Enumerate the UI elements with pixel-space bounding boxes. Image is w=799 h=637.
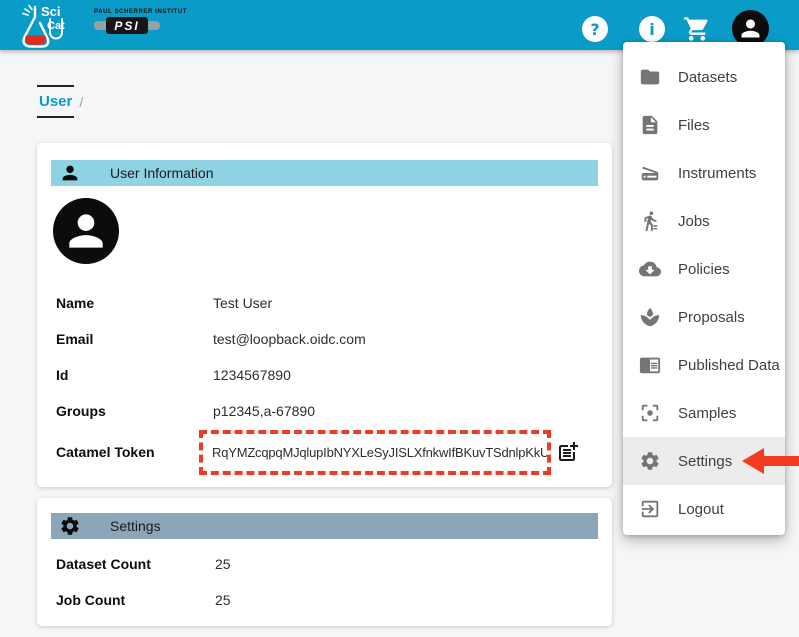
gear-icon [639, 450, 661, 472]
user-information-card: User Information Name Test User Email te… [37, 143, 612, 487]
field-value: Test User [213, 295, 272, 311]
user-card-title: User Information [110, 165, 213, 181]
menu-item-instruments[interactable]: Instruments [623, 149, 785, 197]
gear-icon [59, 515, 81, 537]
field-label: Email [56, 331, 213, 347]
profile-avatar [53, 198, 119, 264]
field-row-name: Name Test User [37, 285, 612, 321]
menu-item-published-data[interactable]: Published Data [623, 341, 785, 389]
user-dropdown-menu: Datasets Files Instruments Jobs Policies… [623, 42, 785, 535]
field-label: Groups [56, 403, 213, 419]
menu-item-label: Published Data [678, 357, 780, 374]
scicat-logo[interactable]: Sci Cat [12, 2, 72, 54]
menu-item-settings[interactable]: Settings [623, 437, 785, 485]
cloud-download-icon [639, 258, 661, 280]
menu-item-label: Policies [678, 261, 730, 278]
field-row-dataset-count: Dataset Count 25 [37, 546, 612, 582]
person-icon [61, 206, 111, 256]
help-button[interactable]: ? [582, 16, 608, 42]
menu-item-datasets[interactable]: Datasets [623, 53, 785, 101]
menu-item-proposals[interactable]: Proposals [623, 293, 785, 341]
menu-item-label: Instruments [678, 165, 756, 182]
menu-item-label: Proposals [678, 309, 745, 326]
exit-icon [639, 498, 661, 520]
menu-item-label: Files [678, 117, 710, 134]
settings-fields: Dataset Count 25 Job Count 25 [37, 546, 612, 618]
field-row-catamel-token: Catamel Token RqYMZcqpqMJqlupIbNYXLeSyJI… [37, 429, 612, 475]
field-row-email: Email test@loopback.oidc.com [37, 321, 612, 357]
field-label: Job Count [56, 592, 215, 608]
psi-logo: PAUL SCHERRER INSTITUT PSI [94, 9, 170, 34]
menu-item-policies[interactable]: Policies [623, 245, 785, 293]
svg-text:Sci: Sci [41, 4, 61, 19]
field-value: p12345,a-67890 [213, 403, 315, 419]
center-focus-icon [639, 402, 661, 424]
field-label: Id [56, 367, 213, 383]
copy-token-button[interactable] [556, 440, 580, 464]
field-label: Name [56, 295, 213, 311]
menu-item-samples[interactable]: Samples [623, 389, 785, 437]
reader-icon [639, 354, 661, 376]
question-mark-icon: ? [590, 20, 599, 39]
menu-item-label: Jobs [678, 213, 710, 230]
menu-item-label: Datasets [678, 69, 737, 86]
scicat-flask-icon: Sci Cat [12, 2, 72, 49]
breadcrumb-user-link[interactable]: User [37, 85, 74, 118]
menu-item-label: Settings [678, 453, 732, 470]
psi-caption: PAUL SCHERRER INSTITUT [94, 9, 170, 15]
scanner-icon [639, 162, 661, 184]
about-button[interactable]: i [639, 16, 665, 42]
field-value: 25 [215, 556, 231, 572]
shopping-cart-icon [683, 15, 711, 43]
field-label: Catamel Token [56, 444, 213, 460]
menu-item-label: Logout [678, 501, 724, 518]
info-icon: i [649, 20, 654, 39]
field-value: test@loopback.oidc.com [213, 331, 366, 347]
field-row-job-count: Job Count 25 [37, 582, 612, 618]
breadcrumb-separator: / [79, 94, 83, 110]
psi-wordmark: PSI [106, 17, 148, 34]
field-value: 1234567890 [213, 367, 291, 383]
menu-item-jobs[interactable]: Jobs [623, 197, 785, 245]
settings-card: Settings Dataset Count 25 Job Count 25 [37, 498, 612, 626]
field-row-groups: Groups p12345,a-67890 [37, 393, 612, 429]
folder-icon [639, 66, 661, 88]
menu-item-files[interactable]: Files [623, 101, 785, 149]
catamel-token-value: RqYMZcqpqMJqlupIbNYXLeSyJISLXfnkwIfBKuvT… [212, 445, 549, 460]
field-value: 25 [215, 592, 231, 608]
field-label: Dataset Count [56, 556, 215, 572]
settings-card-title: Settings [110, 518, 161, 534]
field-row-id: Id 1234567890 [37, 357, 612, 393]
file-icon [639, 114, 661, 136]
person-icon [737, 15, 764, 42]
token-highlight-annotation: RqYMZcqpqMJqlupIbNYXLeSyJISLXfnkwIfBKuvT… [199, 430, 551, 475]
breadcrumb: User / [37, 85, 83, 118]
spa-icon [639, 306, 661, 328]
user-fields: Name Test User Email test@loopback.oidc.… [37, 285, 612, 475]
person-icon [59, 162, 81, 184]
user-card-header: User Information [51, 160, 598, 186]
walk-icon [639, 210, 661, 232]
cart-button[interactable] [683, 15, 711, 43]
menu-item-logout[interactable]: Logout [623, 485, 785, 533]
svg-text:Cat: Cat [47, 20, 65, 32]
settings-card-header: Settings [51, 513, 598, 539]
menu-item-label: Samples [678, 405, 736, 422]
